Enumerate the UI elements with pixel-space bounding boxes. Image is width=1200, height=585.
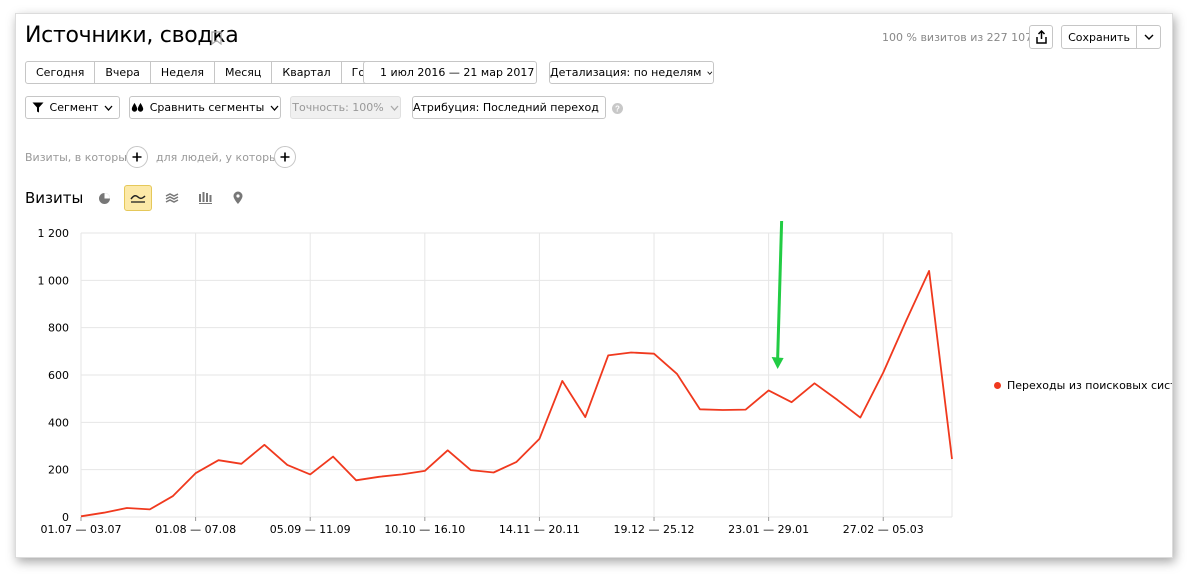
chart-annotations (771, 220, 784, 369)
y-tick-label: 600 (48, 369, 69, 382)
annotation-arrow-shaft (776, 220, 784, 360)
legend-series-label: Переходы из поисковых систем (1007, 379, 1172, 392)
y-tick-label: 400 (48, 416, 69, 429)
y-axis-ticks: 02004006008001 0001 200 (38, 227, 70, 524)
x-axis-ticks: 01.07 — 03.07 01.08 — 07.08 05.09 — 11.09 1… (41, 517, 924, 536)
x-tick-label: 27.02 — 05.03 (843, 523, 924, 536)
y-tick-label: 1 200 (38, 227, 70, 240)
y-tick-label: 800 (48, 322, 69, 335)
chart-legend[interactable]: Переходы из поисковых систем (994, 379, 1172, 392)
x-tick-label: 01.07 — 03.07 (41, 523, 122, 536)
x-tick-label: 05.09 — 11.09 (270, 523, 351, 536)
x-tick-label: 19.12 — 25.12 (614, 523, 695, 536)
legend-marker (994, 382, 1001, 389)
x-tick-label: 10.10 — 16.10 (384, 523, 465, 536)
chart-series (80, 269, 953, 518)
chart-gridlines (80, 232, 953, 518)
report-frame: Источники, сводка 100 % визитов из 227 1… (15, 13, 1173, 558)
y-tick-label: 200 (48, 464, 69, 477)
x-tick-label: 01.08 — 07.08 (155, 523, 236, 536)
annotation-arrow-head (771, 357, 784, 369)
x-tick-label: 14.11 — 20.11 (499, 523, 580, 536)
visits-line-chart: 02004006008001 0001 200 01.07 — 03.07 01.… (38, 220, 953, 536)
y-tick-label: 1 000 (38, 274, 70, 287)
x-tick-label: 23.01 — 29.01 (728, 523, 809, 536)
series-line (80, 269, 953, 518)
